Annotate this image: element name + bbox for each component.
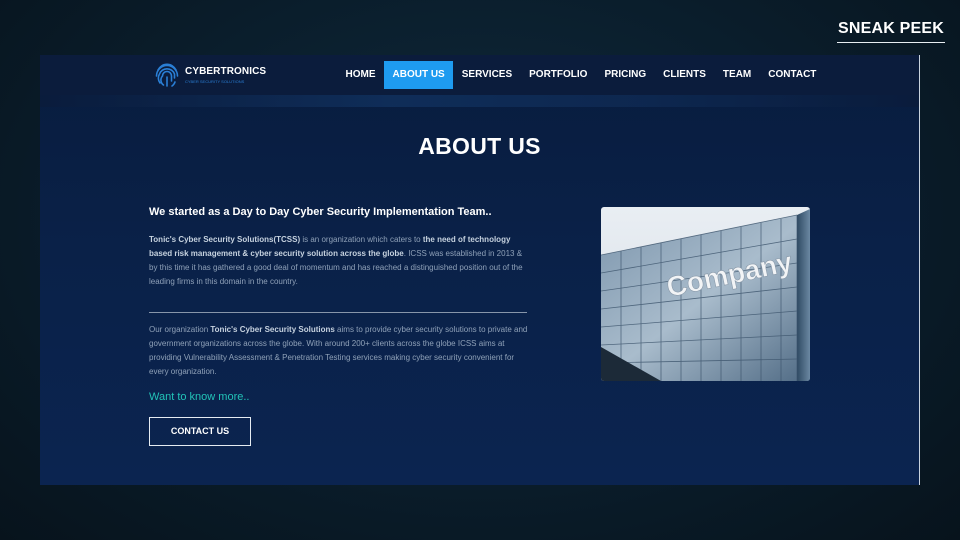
know-more-link[interactable]: Want to know more..	[149, 391, 249, 403]
nav-pricing[interactable]: PRICING	[596, 61, 655, 89]
brand-tagline: CYBER SECURITY SOLUTIONS	[185, 79, 245, 84]
brand-name: CYBERTRONICS	[185, 66, 267, 77]
nav-clients[interactable]: CLIENTS	[655, 61, 715, 89]
nav-about-us[interactable]: ABOUT US	[384, 61, 454, 89]
section-divider	[149, 312, 527, 313]
main-nav: HOME ABOUT US SERVICES PORTFOLIO PRICING…	[337, 61, 825, 89]
about-paragraph-1: Tonic's Cyber Security Solutions(TCSS) i…	[149, 233, 529, 289]
about-paragraph-2: Our organization Tonic's Cyber Security …	[149, 323, 529, 379]
nav-services[interactable]: SERVICES	[453, 61, 520, 89]
website-preview: CYBERTRONICS CYBER SECURITY SOLUTIONS HO…	[40, 55, 920, 485]
nav-contact[interactable]: CONTACT	[760, 61, 825, 89]
nav-team[interactable]: TEAM	[714, 61, 759, 89]
nav-portfolio[interactable]: PORTFOLIO	[521, 61, 596, 89]
company-building-image: Company	[601, 207, 810, 381]
para1-text-1: is an organization which caters to	[300, 235, 423, 244]
about-heading: We started as a Day to Day Cyber Securit…	[149, 206, 492, 218]
para2-bold-1: Tonic's Cyber Security Solutions	[210, 325, 335, 334]
nav-home[interactable]: HOME	[337, 61, 384, 89]
fingerprint-icon	[155, 63, 179, 87]
contact-us-button[interactable]: CONTACT US	[149, 417, 251, 446]
page-title: ABOUT US	[418, 133, 541, 159]
para1-bold-1: Tonic's Cyber Security Solutions(TCSS)	[149, 235, 301, 244]
navbar: CYBERTRONICS CYBER SECURITY SOLUTIONS HO…	[40, 55, 919, 95]
sneak-peek-badge: SNEAK PEEK	[837, 20, 945, 43]
para2-text-1: Our organization	[149, 325, 211, 334]
